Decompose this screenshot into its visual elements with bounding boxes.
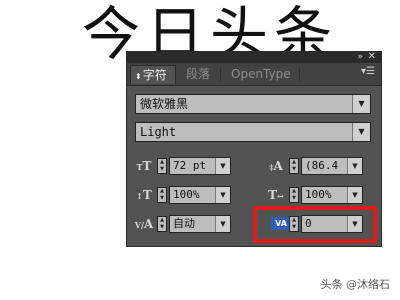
vertical-scale-field[interactable]: 100% ▼ xyxy=(169,186,231,204)
panel-menu-icon[interactable]: ▾☰ xyxy=(361,66,375,78)
chevron-down-icon[interactable]: ▼ xyxy=(347,187,362,203)
leading-control: ‡A ▲ ▼ (86.4 ▼ xyxy=(265,156,375,176)
horizontal-scale-stepper[interactable]: ▲ ▼ xyxy=(289,187,299,203)
tab-paragraph[interactable]: 段落 xyxy=(182,65,214,84)
leading-icon: ‡A xyxy=(269,159,283,173)
chevron-down-icon[interactable]: ▼ xyxy=(215,158,230,174)
chevron-down-icon[interactable]: ▼ xyxy=(347,158,362,174)
chevron-down-icon[interactable]: ▼ xyxy=(215,216,230,232)
double-chevron-right-icon[interactable]: » xyxy=(357,51,363,63)
vertical-scale-icon: ↕T xyxy=(136,188,152,202)
chevron-down-icon[interactable]: ▼ xyxy=(352,123,370,141)
tracking-highlight-box xyxy=(253,206,377,243)
vertical-scale-stepper[interactable]: ▲ ▼ xyxy=(157,187,167,203)
font-size-icon: TT xyxy=(136,159,152,173)
horizontal-scale-control: T↔ ▲ ▼ 100% ▼ xyxy=(265,185,375,205)
font-size-control: TT ▲ ▼ 72 pt ▼ xyxy=(133,156,243,176)
kerning-field[interactable]: 自动 ▼ xyxy=(169,215,231,233)
horizontal-scale-icon: T↔ xyxy=(268,188,284,202)
font-family-select[interactable]: 微软雅黑 ▼ xyxy=(135,94,371,114)
tab-character[interactable]: ⬍字符 xyxy=(130,65,176,84)
watermark: 头条 @沐络石 xyxy=(320,278,391,291)
leading-field[interactable]: (86.4 ▼ xyxy=(301,157,363,175)
kerning-stepper[interactable]: ▲ ▼ xyxy=(157,216,167,232)
font-size-field[interactable]: 72 pt ▼ xyxy=(169,157,231,175)
panel-tabs: ⬍字符 段落 OpenType xyxy=(127,63,381,86)
updown-arrows-icon: ⬍ xyxy=(135,72,142,81)
tab-opentype[interactable]: OpenType xyxy=(227,65,295,84)
font-style-value: Light xyxy=(140,125,177,139)
leading-stepper[interactable]: ▲ ▼ xyxy=(289,158,299,174)
chevron-down-icon[interactable]: ▼ xyxy=(352,95,370,113)
kerning-icon: V/A xyxy=(134,217,154,231)
chevron-down-icon[interactable]: ▼ xyxy=(215,187,230,203)
kerning-control: V/A ▲ ▼ 自动 ▼ xyxy=(133,214,243,234)
close-icon[interactable]: ✕ xyxy=(368,51,376,63)
vertical-scale-control: ↕T ▲ ▼ 100% ▼ xyxy=(133,185,243,205)
font-style-select[interactable]: Light ▼ xyxy=(135,122,371,142)
font-size-stepper[interactable]: ▲ ▼ xyxy=(157,158,167,174)
font-family-value: 微软雅黑 xyxy=(140,97,189,111)
horizontal-scale-field[interactable]: 100% ▼ xyxy=(301,186,363,204)
panel-titlebar[interactable]: » ✕ xyxy=(127,51,381,63)
